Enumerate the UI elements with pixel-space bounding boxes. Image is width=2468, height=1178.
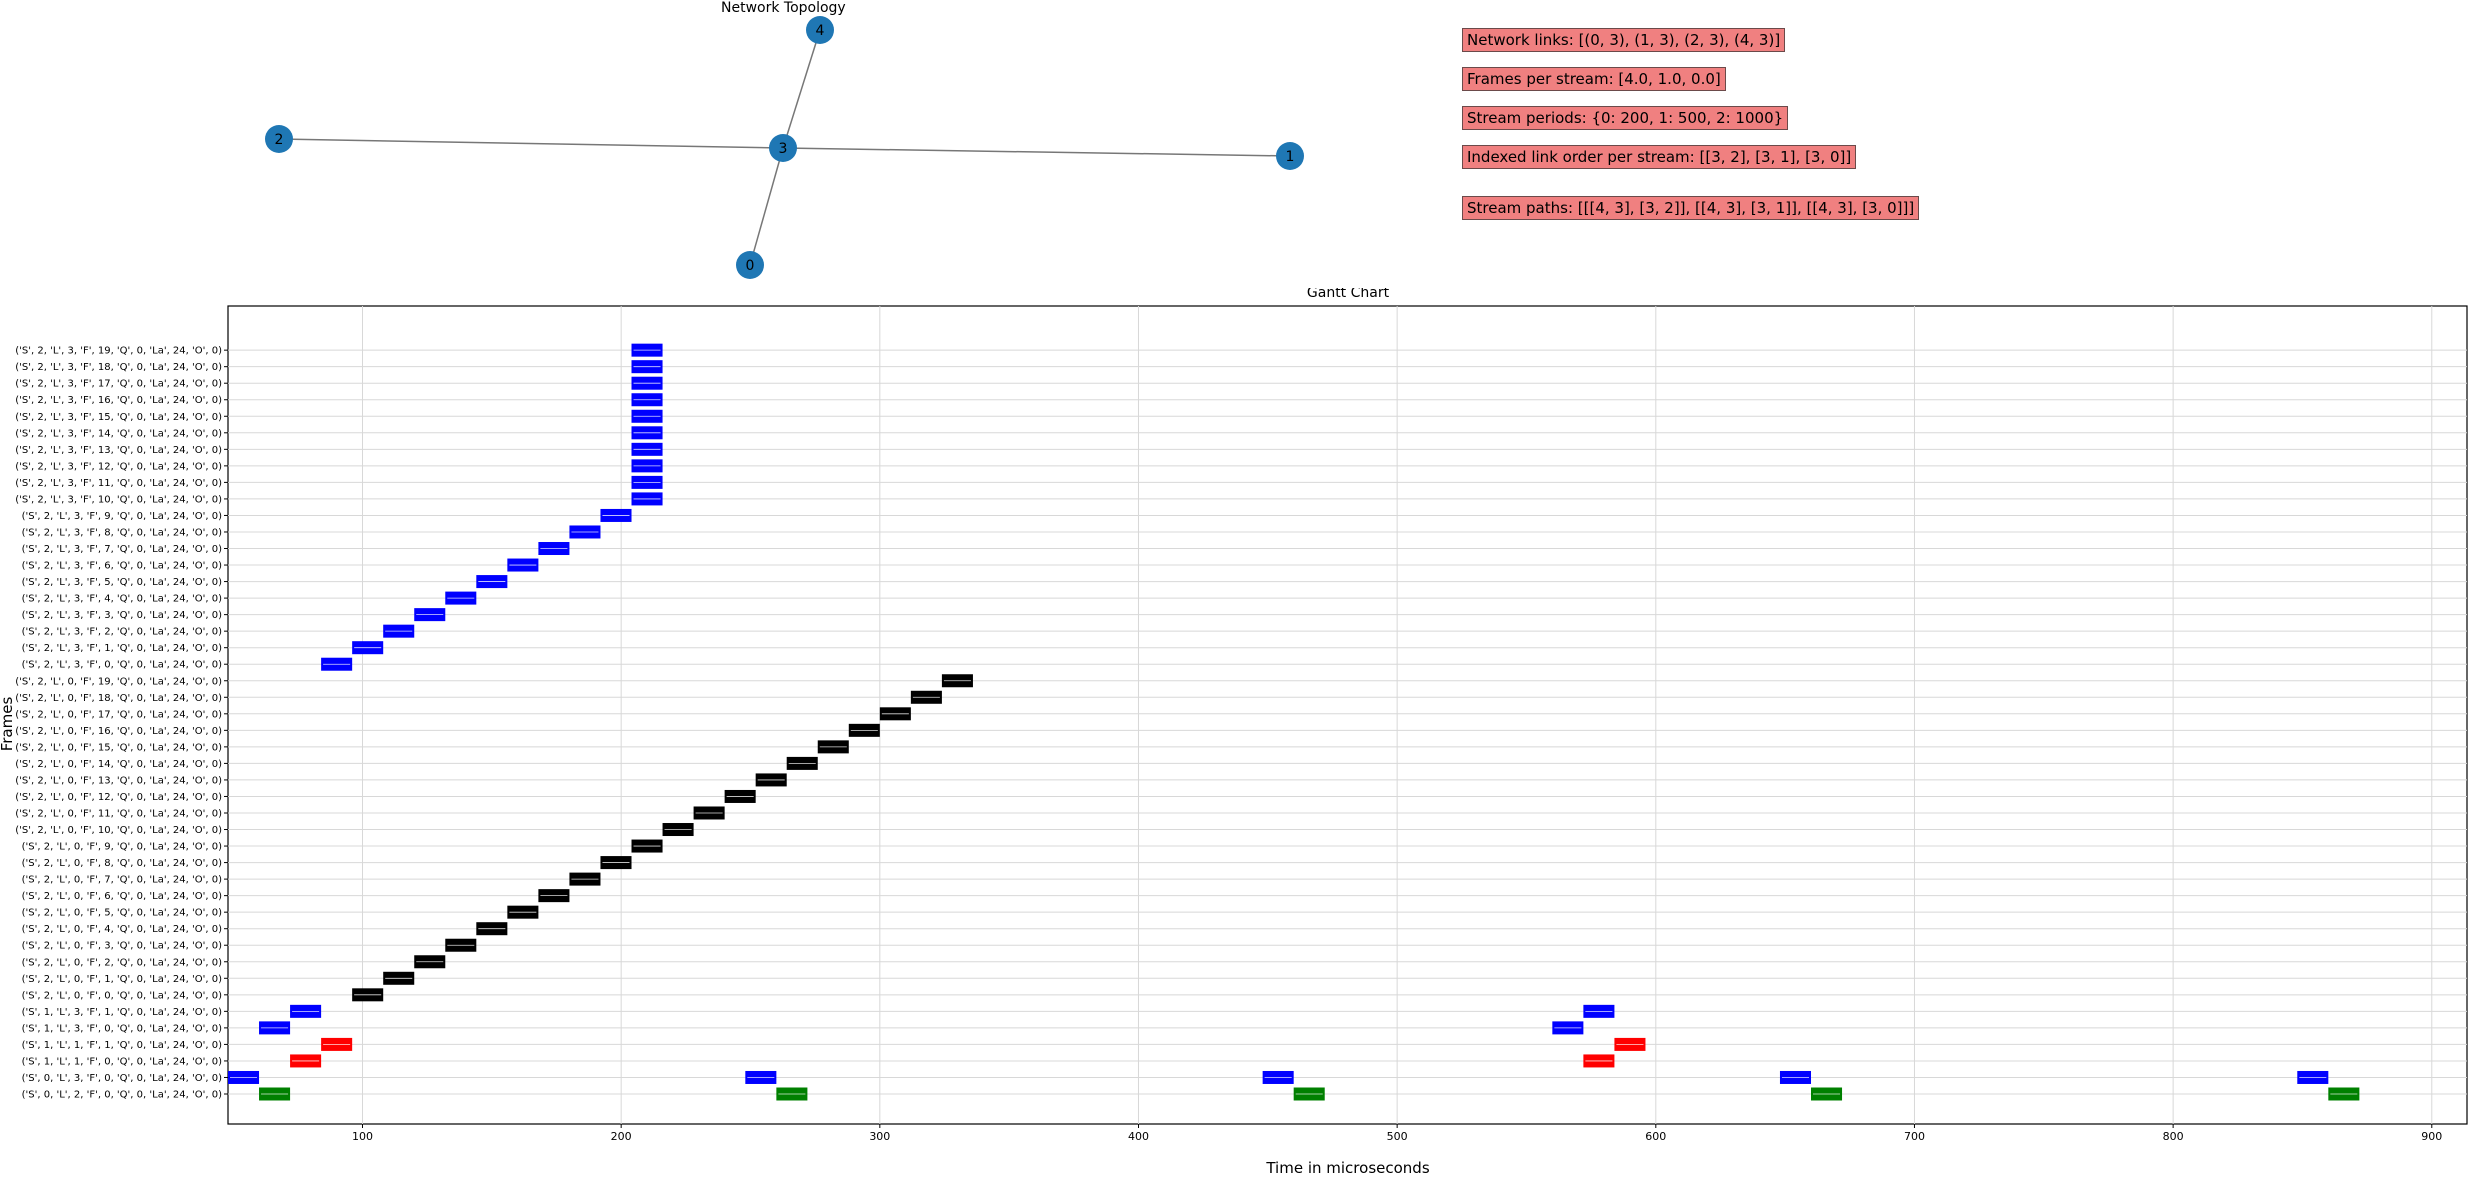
y-tick-label: ('S', 2, 'L', 3, 'F', 18, 'Q', 0, 'La', … [15, 362, 222, 373]
chart-title: Gantt Chart [1307, 288, 1390, 301]
x-tick-label: 200 [611, 1130, 632, 1143]
y-tick-label: ('S', 1, 'L', 3, 'F', 0, 'Q', 0, 'La', 2… [22, 1023, 222, 1034]
y-tick-label: ('S', 2, 'L', 3, 'F', 9, 'Q', 0, 'La', 2… [22, 511, 222, 522]
y-tick-label: ('S', 2, 'L', 3, 'F', 17, 'Q', 0, 'La', … [15, 379, 222, 390]
link-order-box: Indexed link order per stream: [[3, 2], … [1462, 145, 1857, 169]
x-tick-label: 900 [2421, 1130, 2442, 1143]
x-axis-label: Time in microseconds [1265, 1159, 1429, 1177]
x-tick-label: 600 [1645, 1130, 1666, 1143]
y-tick-label: ('S', 1, 'L', 3, 'F', 1, 'Q', 0, 'La', 2… [22, 1007, 222, 1018]
y-tick-label: ('S', 2, 'L', 3, 'F', 3, 'Q', 0, 'La', 2… [22, 610, 222, 621]
topology-node-2: 2 [265, 125, 293, 153]
y-tick-label: ('S', 2, 'L', 3, 'F', 10, 'Q', 0, 'La', … [15, 494, 222, 505]
y-tick-label: ('S', 2, 'L', 3, 'F', 15, 'Q', 0, 'La', … [15, 412, 222, 423]
y-tick-label: ('S', 2, 'L', 3, 'F', 19, 'Q', 0, 'La', … [15, 346, 222, 357]
y-tick-label: ('S', 2, 'L', 3, 'F', 8, 'Q', 0, 'La', 2… [22, 527, 222, 538]
y-tick-label: ('S', 2, 'L', 0, 'F', 19, 'Q', 0, 'La', … [15, 676, 222, 687]
topology-edge-1-3 [782, 147, 1291, 157]
y-tick-label: ('S', 2, 'L', 0, 'F', 13, 'Q', 0, 'La', … [15, 775, 222, 786]
y-tick-label: ('S', 2, 'L', 3, 'F', 1, 'Q', 0, 'La', 2… [22, 643, 222, 654]
y-tick-label: ('S', 2, 'L', 0, 'F', 16, 'Q', 0, 'La', … [15, 726, 222, 737]
topology-node-3: 3 [769, 134, 797, 162]
y-tick-label: ('S', 2, 'L', 0, 'F', 5, 'Q', 0, 'La', 2… [22, 908, 222, 919]
y-tick-label: ('S', 1, 'L', 1, 'F', 1, 'Q', 0, 'La', 2… [22, 1040, 222, 1051]
gantt-chart: Gantt Chart Time in microseconds Frames … [0, 288, 2468, 1177]
y-tick-label: ('S', 2, 'L', 3, 'F', 14, 'Q', 0, 'La', … [15, 428, 222, 439]
y-tick-label: ('S', 2, 'L', 3, 'F', 6, 'Q', 0, 'La', 2… [22, 561, 222, 572]
plot-frame [227, 305, 2468, 1125]
y-tick-label: ('S', 2, 'L', 0, 'F', 11, 'Q', 0, 'La', … [15, 808, 222, 819]
y-axis-label: Frames [0, 697, 16, 752]
x-tick-label: 300 [869, 1130, 890, 1143]
topology-edge-4-3 [782, 29, 821, 149]
topology-node-label: 1 [1286, 149, 1295, 165]
y-tick-label: ('S', 1, 'L', 1, 'F', 0, 'Q', 0, 'La', 2… [22, 1056, 222, 1067]
y-tick-label: ('S', 2, 'L', 0, 'F', 0, 'Q', 0, 'La', 2… [22, 990, 222, 1001]
y-tick-label: ('S', 2, 'L', 3, 'F', 0, 'Q', 0, 'La', 2… [22, 660, 222, 671]
x-tick-label: 500 [1387, 1130, 1408, 1143]
y-tick-label: ('S', 2, 'L', 3, 'F', 7, 'Q', 0, 'La', 2… [22, 544, 222, 555]
topology-node-4: 4 [806, 16, 834, 44]
stream-periods-box: Stream periods: {0: 200, 1: 500, 2: 1000… [1462, 106, 1789, 130]
y-tick-label: ('S', 0, 'L', 2, 'F', 0, 'Q', 0, 'La', 2… [22, 1090, 222, 1101]
frames-per-stream-box: Frames per stream: [4.0, 1.0, 0.0] [1462, 67, 1726, 91]
y-tick-label: ('S', 2, 'L', 0, 'F', 12, 'Q', 0, 'La', … [15, 792, 222, 803]
y-tick-label: ('S', 2, 'L', 3, 'F', 5, 'Q', 0, 'La', 2… [22, 577, 222, 588]
y-tick-label: ('S', 2, 'L', 0, 'F', 15, 'Q', 0, 'La', … [15, 742, 222, 753]
topology-edge-2-3 [278, 138, 784, 149]
topology-node-label: 4 [816, 23, 825, 39]
y-tick-label: ('S', 2, 'L', 0, 'F', 3, 'Q', 0, 'La', 2… [22, 941, 222, 952]
topology-node-0: 0 [736, 251, 764, 279]
y-tick-label: ('S', 2, 'L', 3, 'F', 12, 'Q', 0, 'La', … [15, 461, 222, 472]
y-tick-label: ('S', 2, 'L', 0, 'F', 1, 'Q', 0, 'La', 2… [22, 974, 222, 985]
y-tick-label: ('S', 2, 'L', 3, 'F', 11, 'Q', 0, 'La', … [15, 478, 222, 489]
y-tick-label: ('S', 2, 'L', 0, 'F', 2, 'Q', 0, 'La', 2… [22, 957, 222, 968]
network-links-box: Network links: [(0, 3), (1, 3), (2, 3), … [1462, 28, 1786, 52]
y-tick-label: ('S', 2, 'L', 3, 'F', 4, 'Q', 0, 'La', 2… [22, 594, 222, 605]
network-topology-graph: 4 2 3 1 0 [265, 16, 1304, 279]
stream-paths-box: Stream paths: [[[4, 3], [3, 2]], [[4, 3]… [1462, 196, 1920, 220]
x-tick-label: 400 [1128, 1130, 1149, 1143]
y-tick-label: ('S', 2, 'L', 3, 'F', 13, 'Q', 0, 'La', … [15, 445, 222, 456]
topology-node-1: 1 [1276, 142, 1304, 170]
x-tick-label: 800 [2163, 1130, 2184, 1143]
y-tick-label: ('S', 2, 'L', 0, 'F', 9, 'Q', 0, 'La', 2… [22, 842, 222, 853]
x-tick-label: 700 [1904, 1130, 1925, 1143]
y-tick-label: ('S', 2, 'L', 0, 'F', 4, 'Q', 0, 'La', 2… [22, 924, 222, 935]
topology-node-label: 3 [779, 141, 788, 157]
topology-node-label: 0 [746, 258, 755, 274]
y-tick-label: ('S', 2, 'L', 0, 'F', 6, 'Q', 0, 'La', 2… [22, 891, 222, 902]
y-tick-label: ('S', 2, 'L', 3, 'F', 16, 'Q', 0, 'La', … [15, 395, 222, 406]
y-tick-label: ('S', 2, 'L', 0, 'F', 14, 'Q', 0, 'La', … [15, 759, 222, 770]
y-tick-label: ('S', 2, 'L', 3, 'F', 2, 'Q', 0, 'La', 2… [22, 627, 222, 638]
y-tick-label: ('S', 2, 'L', 0, 'F', 7, 'Q', 0, 'La', 2… [22, 875, 222, 886]
y-tick-label: ('S', 2, 'L', 0, 'F', 10, 'Q', 0, 'La', … [15, 825, 222, 836]
y-tick-label: ('S', 0, 'L', 3, 'F', 0, 'Q', 0, 'La', 2… [22, 1073, 222, 1084]
y-tick-label: ('S', 2, 'L', 0, 'F', 18, 'Q', 0, 'La', … [15, 693, 222, 704]
x-tick-label: 100 [352, 1130, 373, 1143]
topology-edge-0-3 [749, 147, 784, 266]
y-tick-label: ('S', 2, 'L', 0, 'F', 17, 'Q', 0, 'La', … [15, 709, 222, 720]
topology-node-label: 2 [275, 132, 284, 148]
y-tick-label: ('S', 2, 'L', 0, 'F', 8, 'Q', 0, 'La', 2… [22, 858, 222, 869]
